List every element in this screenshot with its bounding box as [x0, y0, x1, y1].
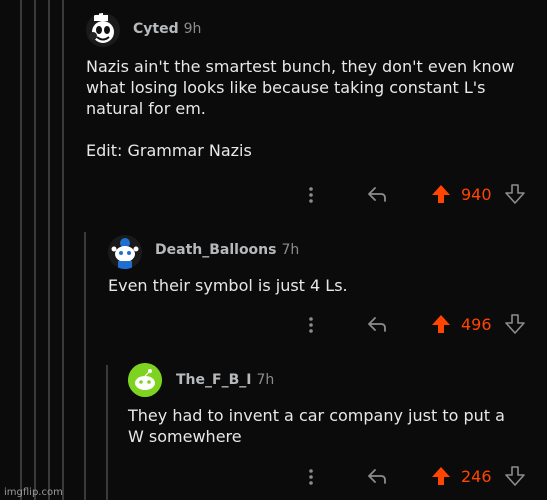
- comment-body: They had to invent a car company just to…: [128, 406, 505, 446]
- vote-score: 496: [461, 315, 492, 334]
- reply-arrow-icon[interactable]: [366, 465, 388, 491]
- comment-body: Even their symbol is just 4 Ls.: [108, 276, 348, 295]
- cuphead-avatar-icon[interactable]: [86, 13, 120, 47]
- watermark: imgflip.com: [4, 487, 63, 498]
- comment: Cyted 9h Nazis ain't the smartest bunch, …: [0, 0, 547, 225]
- username-text[interactable]: The_F_B_I: [176, 372, 251, 388]
- snoo-green-avatar-icon[interactable]: [128, 363, 162, 397]
- comment-age: 7h: [281, 242, 300, 258]
- comment-age: 9h: [183, 21, 202, 37]
- upvote-arrow-icon[interactable]: [430, 465, 452, 491]
- reply-arrow-icon[interactable]: [366, 183, 388, 209]
- comment-body: Nazis ain't the smartest bunch, they don…: [86, 57, 515, 160]
- username[interactable]: Cyted 9h: [133, 21, 201, 37]
- username[interactable]: The_F_B_I 7h: [176, 372, 274, 388]
- vote-score: 940: [461, 185, 492, 204]
- upvote-arrow-icon[interactable]: [430, 183, 452, 209]
- reply-arrow-icon[interactable]: [366, 313, 388, 339]
- downvote-arrow-icon[interactable]: [504, 313, 526, 339]
- vote-score: 246: [461, 467, 492, 486]
- more-vertical-icon[interactable]: [306, 467, 316, 491]
- username-text[interactable]: Death_Balloons: [155, 242, 276, 258]
- comment: The_F_B_I 7h They had to invent a car com…: [0, 355, 547, 500]
- upvote-arrow-icon[interactable]: [430, 313, 452, 339]
- more-vertical-icon[interactable]: [306, 315, 316, 339]
- downvote-arrow-icon[interactable]: [504, 183, 526, 209]
- more-vertical-icon[interactable]: [306, 185, 316, 209]
- comment-age: 7h: [256, 372, 275, 388]
- downvote-arrow-icon[interactable]: [504, 465, 526, 491]
- snoo-blue-avatar-icon[interactable]: [108, 235, 142, 269]
- username-text[interactable]: Cyted: [133, 21, 179, 37]
- username[interactable]: Death_Balloons 7h: [155, 242, 299, 258]
- comment: Death_Balloons 7h Even their symbol is ju…: [0, 225, 547, 355]
